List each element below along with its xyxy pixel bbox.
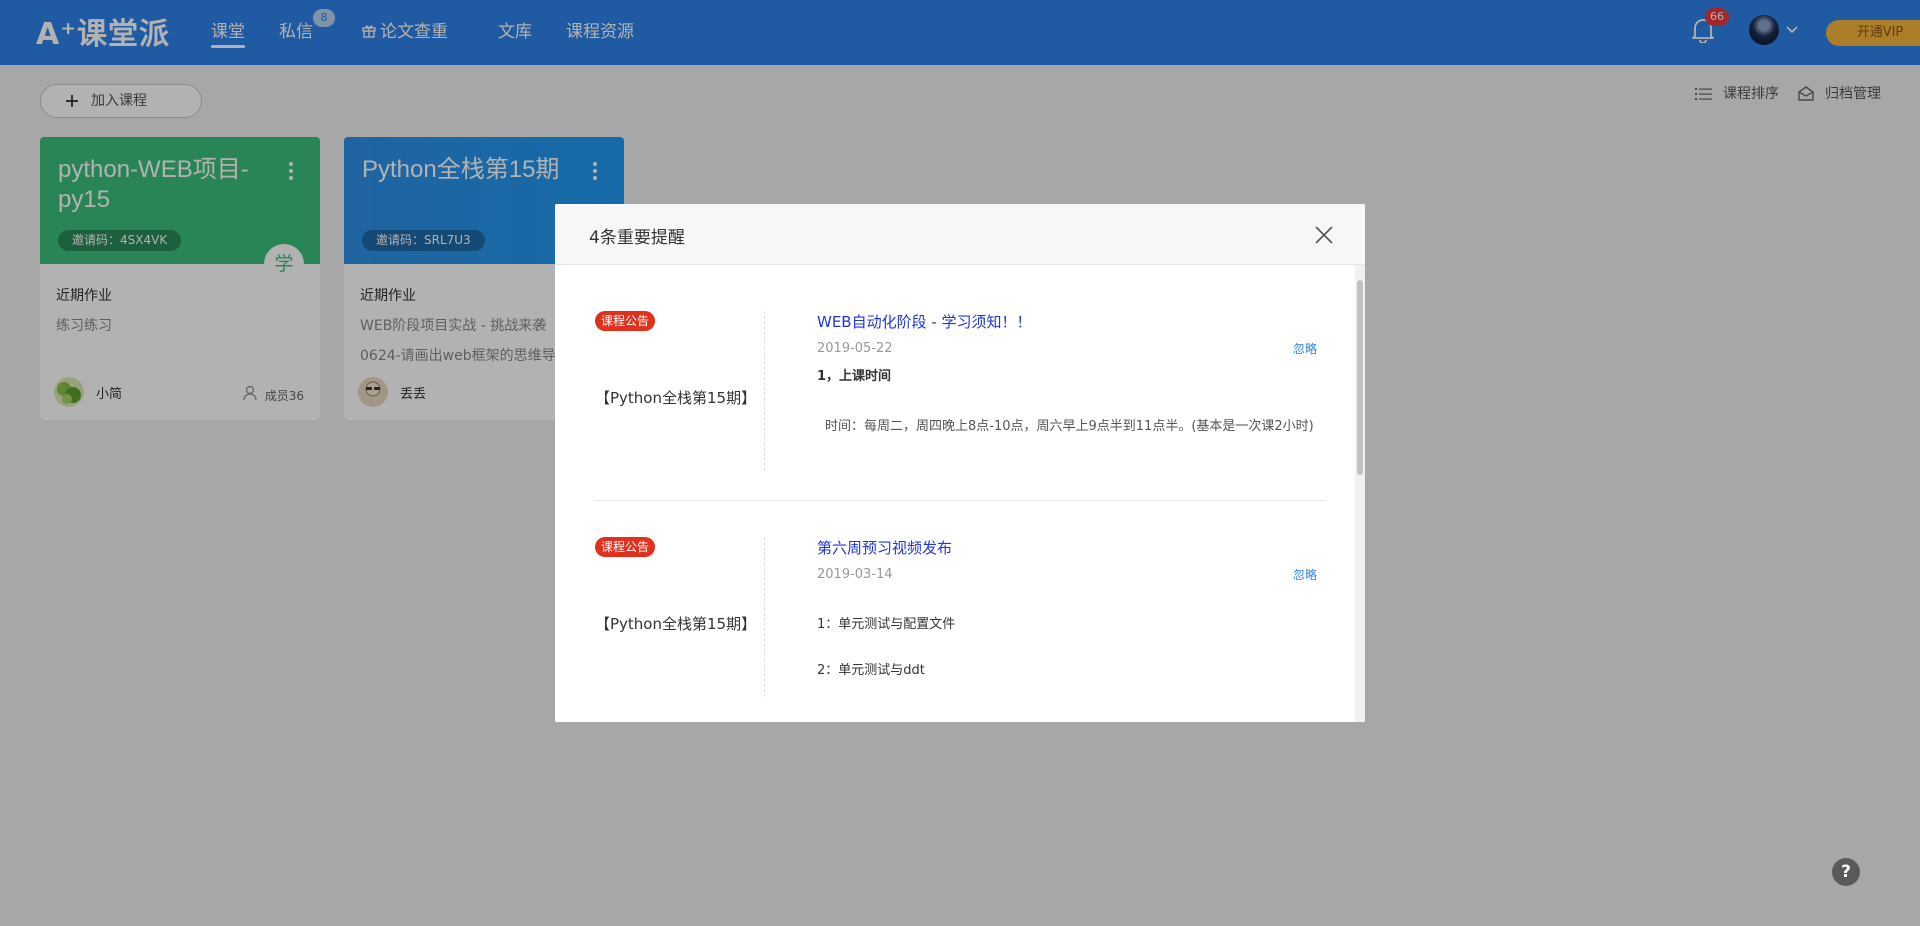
dialog-scrollbar[interactable]	[1355, 265, 1365, 722]
help-button[interactable]: ?	[1832, 858, 1860, 886]
notice-title-link[interactable]: WEB自动化阶段 - 学习须知！！	[817, 311, 1032, 332]
ignore-button[interactable]: 忽略	[1293, 566, 1317, 583]
notice-content-line: 1：单元测试与配置文件	[817, 617, 956, 632]
scrollbar-thumb[interactable]	[1357, 280, 1363, 475]
notice-content-line: 2：单元测试与ddt	[817, 663, 925, 678]
notice-title-link[interactable]: 第六周预习视频发布	[817, 537, 952, 558]
notice-course-name: 【Python全栈第15期】	[595, 615, 757, 633]
dialog-header: 4条重要提醒	[555, 204, 1365, 265]
notice-course-name: 【Python全栈第15期】	[595, 389, 757, 407]
notice-date: 2019-05-22	[817, 341, 893, 356]
close-icon[interactable]	[1313, 224, 1335, 246]
notice-content-line: 时间：每周二，周四晚上8点-10点，周六早上9点半到11点半。(基本是一次课2小…	[825, 419, 1314, 434]
notice-date: 2019-03-14	[817, 567, 893, 582]
notice-meta: 课程公告 【Python全栈第15期】	[595, 311, 765, 471]
important-reminders-dialog: 4条重要提醒 课程公告 【Python全栈第15期】 WEB自动化阶段 - 学习…	[555, 204, 1365, 722]
notice-divider	[595, 500, 1325, 501]
notice-meta: 课程公告 【Python全栈第15期】	[595, 537, 765, 697]
course-announcement-tag: 课程公告	[595, 537, 656, 557]
notice-content-line: 1，上课时间	[817, 369, 892, 384]
course-announcement-tag: 课程公告	[595, 311, 656, 331]
ignore-button[interactable]: 忽略	[1293, 340, 1317, 357]
dialog-title: 4条重要提醒	[589, 228, 685, 248]
